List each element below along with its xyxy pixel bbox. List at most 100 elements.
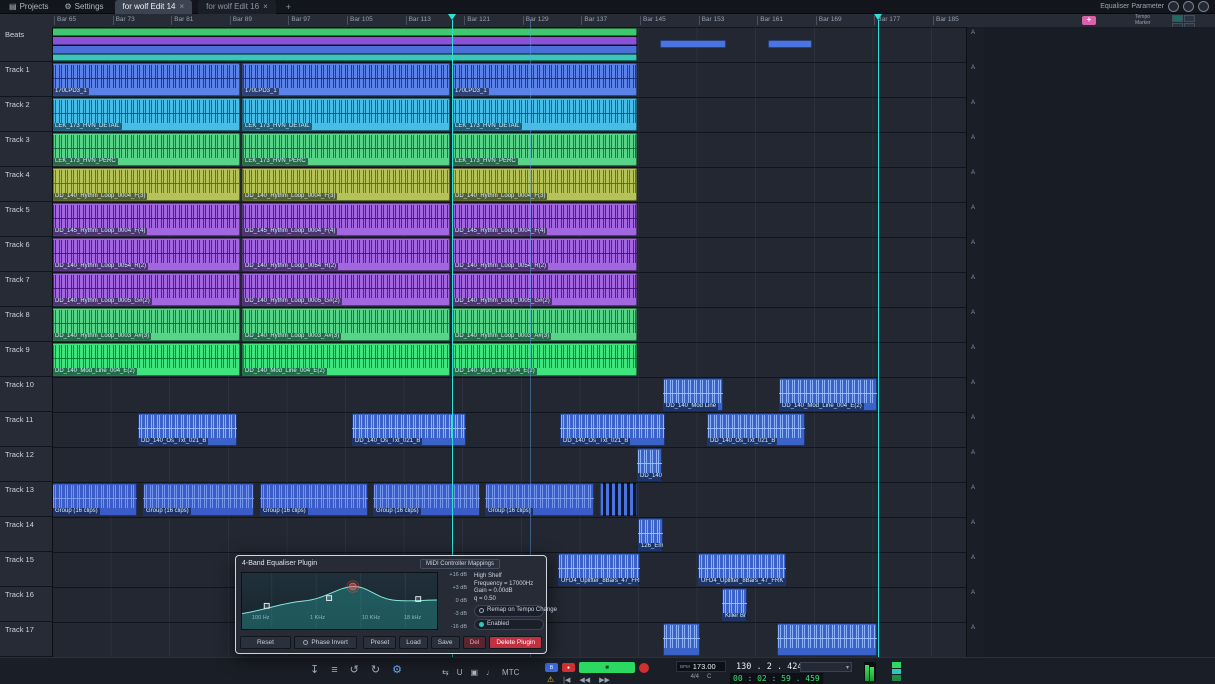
lock-icon[interactable]: ▣ bbox=[470, 667, 478, 678]
audio-clip[interactable] bbox=[777, 623, 877, 656]
audio-clip[interactable] bbox=[52, 28, 637, 61]
wrench-icon[interactable]: ⚙ bbox=[392, 665, 402, 676]
automation-button[interactable]: A bbox=[971, 275, 975, 281]
track-name-cell[interactable]: Track 16 bbox=[0, 587, 52, 622]
undo-icon[interactable]: ↺ bbox=[350, 665, 359, 676]
audio-clip[interactable]: Killer Br bbox=[722, 588, 747, 621]
audio-clip[interactable]: LEK_173_HVN_PERC bbox=[52, 133, 240, 166]
automation-button[interactable]: A bbox=[971, 170, 975, 176]
audio-clip[interactable]: LEK_173_HVN_DETAIL bbox=[52, 98, 240, 131]
automation-button[interactable]: A bbox=[971, 625, 975, 631]
automation-button[interactable]: A bbox=[971, 555, 975, 561]
bars-beats-display[interactable]: 130 . 2 . 424 bbox=[736, 662, 803, 672]
audio-clip[interactable]: DD_140_Rythm_Loop_0005_G#(2) bbox=[452, 273, 637, 306]
track-name-cell[interactable]: Track 3 bbox=[0, 132, 52, 167]
audio-clip[interactable]: 126_Em bbox=[638, 518, 663, 551]
import-icon[interactable]: ↧ bbox=[310, 665, 319, 676]
automation-button[interactable]: A bbox=[971, 310, 975, 316]
track-name-cell[interactable]: Track 7 bbox=[0, 272, 52, 307]
projects-button[interactable]: ▤ Projects bbox=[4, 1, 53, 13]
audio-clip[interactable]: DD_140_Mod_Line_004_E(2) bbox=[52, 343, 240, 376]
record-arm-button[interactable] bbox=[639, 663, 649, 673]
audio-clip[interactable]: DD_145_Rythm_Loop_0004_F(4) bbox=[52, 203, 240, 236]
loop-icon[interactable]: ⇆ bbox=[442, 667, 449, 678]
audio-clip[interactable]: Group (16 clips) bbox=[52, 483, 137, 516]
audio-clip[interactable] bbox=[768, 40, 812, 48]
close-icon[interactable]: × bbox=[179, 2, 184, 11]
track-name-cell[interactable]: Track 12 bbox=[0, 447, 52, 482]
track-name-cell[interactable]: Track 14 bbox=[0, 517, 52, 552]
audio-clip[interactable]: DD_140_Os_Txt_021_B bbox=[138, 413, 237, 446]
audio-clip[interactable]: DD_140_Rythm_Loop_0004_F(3) bbox=[452, 168, 637, 201]
audio-clip[interactable]: DD_140_Rythm_Loop_0003_A#(3) bbox=[52, 308, 240, 341]
tab-edit-16[interactable]: for wolf Edit 16 × bbox=[198, 0, 276, 14]
eq-node-1[interactable] bbox=[264, 603, 269, 608]
audio-clip[interactable]: DD_140_Rythm_Loop_0054_R(2) bbox=[52, 238, 240, 271]
audio-clip[interactable]: 170LPD3_1 bbox=[242, 63, 450, 96]
audio-clip[interactable]: DD_140_Os_Txt_021_B bbox=[560, 413, 665, 446]
automation-button[interactable]: A bbox=[971, 450, 975, 456]
audio-clip[interactable] bbox=[660, 40, 726, 48]
audio-clip[interactable]: DD_140_Os_Txt_021_B bbox=[707, 413, 805, 446]
loop-marker-icon[interactable] bbox=[874, 14, 882, 20]
track-name-cell[interactable]: Track 4 bbox=[0, 167, 52, 202]
audio-clip[interactable]: Group (16 clips) bbox=[260, 483, 368, 516]
fullscreen-button[interactable] bbox=[1198, 1, 1209, 12]
track-name-cell[interactable]: Track 15 bbox=[0, 552, 52, 587]
audio-clip[interactable]: UFD4_Uplifter_8Bars_47_FRK bbox=[698, 553, 786, 586]
audio-clip[interactable]: LEK_173_HVN_DETAIL bbox=[452, 98, 637, 131]
audio-clip[interactable]: 170LPD3_1 bbox=[52, 63, 240, 96]
audio-clip[interactable]: DD_140_Rythm_Loop_0003_A#(3) bbox=[242, 308, 450, 341]
audio-clip[interactable] bbox=[663, 623, 700, 656]
track-name-cell[interactable]: Track 11 bbox=[0, 412, 52, 447]
track-name-cell[interactable]: Track 13 bbox=[0, 482, 52, 517]
automation-button[interactable]: A bbox=[971, 240, 975, 246]
transport-preset-dropdown[interactable]: ▾ bbox=[800, 662, 852, 672]
audio-clip[interactable]: DD_140_Mod Line bbox=[663, 378, 723, 411]
track-name-cell[interactable]: Beats bbox=[0, 27, 52, 62]
load-button[interactable]: Load bbox=[399, 636, 427, 649]
automation-button[interactable]: A bbox=[971, 30, 975, 36]
tab-edit-14[interactable]: for wolf Edit 14 × bbox=[115, 0, 193, 14]
audio-clip[interactable]: 170LPD3_1 bbox=[452, 63, 637, 96]
audio-clip[interactable]: Group (16 clips) bbox=[373, 483, 480, 516]
automation-button[interactable]: A bbox=[971, 415, 975, 421]
track-name-cell[interactable]: Track 2 bbox=[0, 97, 52, 132]
track-name-cell[interactable]: Track 17 bbox=[0, 622, 52, 657]
plugin-header[interactable]: 4-Band Equaliser Plugin MIDI Controller … bbox=[236, 556, 546, 570]
add-tab-button[interactable]: + bbox=[282, 2, 295, 12]
track-name-cell[interactable]: Track 1 bbox=[0, 62, 52, 97]
automation-button[interactable]: A bbox=[971, 380, 975, 386]
audio-clip[interactable]: Group (16 clips) bbox=[485, 483, 594, 516]
track-name-cell[interactable]: Track 9 bbox=[0, 342, 52, 377]
record-b-button[interactable]: B bbox=[545, 663, 558, 672]
save-button[interactable]: Save bbox=[431, 636, 460, 649]
audio-clip[interactable]: DD_140_Rythm_Loop_0003_A#(3) bbox=[452, 308, 637, 341]
automation-button[interactable]: A bbox=[971, 100, 975, 106]
audio-clip[interactable]: DD_140_Mod_Line_004_E(2) bbox=[779, 378, 877, 411]
fast-forward-button[interactable]: ▶▶ bbox=[599, 676, 610, 684]
midi-mappings-button[interactable]: MIDI Controller Mappings bbox=[420, 559, 500, 569]
settings-button[interactable]: ⚙ Settings bbox=[59, 1, 108, 13]
audio-clip[interactable] bbox=[600, 483, 637, 516]
delete-plugin-button[interactable]: Delete Plugin bbox=[489, 636, 542, 649]
audio-clip[interactable]: UFD4_Uplifter_8Bars_47_FRK bbox=[558, 553, 640, 586]
time-signature[interactable]: 4/4 C bbox=[676, 674, 726, 680]
timeline-ruler[interactable]: Bar 65Bar 73Bar 81Bar 89Bar 97Bar 105Bar… bbox=[0, 14, 1215, 28]
audio-clip[interactable]: LEK_173_HVN_DETAIL bbox=[242, 98, 450, 131]
audio-clip[interactable]: DD_140_Rythm_Loop_0054_R(2) bbox=[242, 238, 450, 271]
track-name-cell[interactable]: Track 10 bbox=[0, 377, 52, 412]
track-name-cell[interactable]: Track 8 bbox=[0, 307, 52, 342]
track-name-cell[interactable]: Track 6 bbox=[0, 237, 52, 272]
audio-clip[interactable]: DD_145_Rythm_Loop_0004_F(4) bbox=[452, 203, 637, 236]
rewind-button[interactable]: ◀◀ bbox=[579, 676, 590, 684]
eq-node-3-selected[interactable] bbox=[349, 583, 356, 590]
eq-node-2[interactable] bbox=[327, 596, 332, 601]
midi-indicator[interactable] bbox=[1183, 1, 1194, 12]
audio-clip[interactable]: DD_140_Rythm_Loop_0004_F(3) bbox=[242, 168, 450, 201]
audio-clip[interactable]: Group (16 clips) bbox=[143, 483, 254, 516]
reset-button[interactable]: Reset bbox=[240, 636, 291, 649]
audio-clip[interactable]: DD_140_Os_Txt_021_B bbox=[352, 413, 466, 446]
playhead-marker-icon[interactable] bbox=[448, 14, 456, 20]
automation-button[interactable]: A bbox=[971, 520, 975, 526]
